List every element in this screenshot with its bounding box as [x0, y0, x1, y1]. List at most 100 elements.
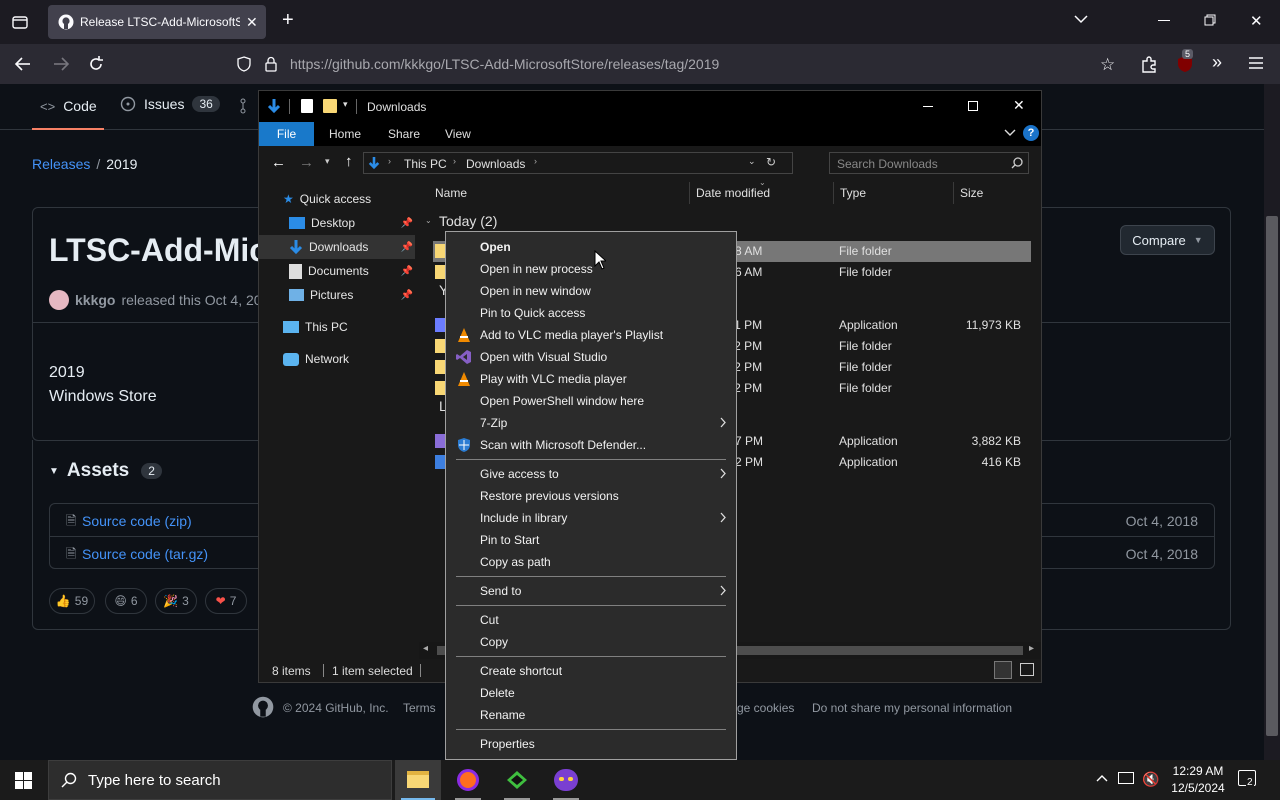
column-header-type[interactable]: Type [840, 186, 866, 200]
menu-item-create-shortcut[interactable]: Create shortcut [446, 660, 736, 682]
new-folder-icon[interactable] [323, 99, 337, 113]
chevron-down-icon[interactable] [1074, 14, 1088, 24]
menu-item-open[interactable]: Open [446, 236, 736, 258]
minimize-icon[interactable] [1158, 20, 1170, 21]
reaction-smile[interactable]: 😄 6 [105, 588, 147, 614]
volume-muted-icon[interactable]: 🔇 [1142, 771, 1159, 788]
new-tab-icon[interactable]: + [282, 10, 294, 30]
taskbar-app-button[interactable] [543, 760, 589, 800]
menu-item-powershell[interactable]: Open PowerShell window here [446, 390, 736, 412]
nav-pictures[interactable]: Pictures 📌 [289, 283, 415, 307]
search-icon[interactable] [1011, 157, 1023, 169]
back-arrow-icon[interactable]: ← [271, 154, 286, 171]
browser-tab[interactable]: Release LTSC-Add-MicrosoftSt ✕ [48, 5, 266, 39]
properties-icon[interactable] [301, 99, 313, 113]
reaction-heart[interactable]: ❤ 7 [205, 588, 247, 614]
nav-documents[interactable]: Documents 📌 [289, 259, 415, 283]
column-header-size[interactable]: Size [960, 186, 983, 200]
menu-item-give-access[interactable]: Give access to [446, 463, 736, 485]
assets-header[interactable]: ▼ Assets 2 [49, 460, 162, 482]
tab-code[interactable]: <> Code [32, 84, 104, 130]
menu-item-play-vlc[interactable]: Play with VLC media player [446, 368, 736, 390]
breadcrumb-this-pc[interactable]: This PC [404, 157, 447, 171]
asset-link[interactable]: Source code (tar.gz) [82, 546, 208, 562]
compare-button[interactable]: Compare ▼ [1120, 225, 1215, 255]
author-link[interactable]: kkkgo [75, 292, 115, 308]
recent-locations-chevron-icon[interactable]: ▾ [325, 156, 330, 167]
column-divider[interactable] [689, 182, 690, 204]
menu-item-delete[interactable]: Delete [446, 682, 736, 704]
menu-item-open-new-window[interactable]: Open in new window [446, 280, 736, 302]
large-icons-view-icon[interactable] [1020, 663, 1034, 676]
pin-icon[interactable]: 📌 [401, 290, 413, 301]
forward-arrow-icon[interactable]: → [299, 154, 314, 171]
up-arrow-icon[interactable]: ↑ [345, 153, 353, 170]
footer-terms-link[interactable]: Terms [403, 701, 436, 715]
ribbon-tab-home[interactable]: Home [329, 127, 361, 141]
more-tools-icon[interactable]: » [1212, 52, 1222, 73]
nav-desktop[interactable]: Desktop 📌 [289, 211, 415, 235]
forward-arrow-icon[interactable] [52, 55, 70, 73]
menu-item-7zip[interactable]: 7-Zip [446, 412, 736, 434]
asset-link[interactable]: Source code (zip) [82, 513, 192, 529]
group-collapse-icon[interactable]: ⌄ [425, 216, 432, 225]
footer-cookies-link[interactable]: ge cookies [737, 701, 794, 715]
ribbon-tab-share[interactable]: Share [388, 127, 420, 141]
github-logo-icon[interactable] [252, 696, 274, 718]
tab-list-icon[interactable] [12, 14, 28, 30]
footer-privacy-link[interactable]: Do not share my personal information [812, 701, 1012, 715]
hamburger-menu-icon[interactable] [1249, 57, 1263, 69]
network-status-icon[interactable] [1118, 772, 1134, 784]
menu-item-open-visual-studio[interactable]: Open with Visual Studio [446, 346, 736, 368]
tab-close-icon[interactable]: ✕ [246, 14, 258, 31]
menu-item-copy[interactable]: Copy [446, 631, 736, 653]
menu-item-include-library[interactable]: Include in library [446, 507, 736, 529]
menu-item-pin-start[interactable]: Pin to Start [446, 529, 736, 551]
menu-item-send-to[interactable]: Send to [446, 580, 736, 602]
column-divider[interactable] [953, 182, 954, 204]
close-icon[interactable]: ✕ [1013, 97, 1025, 114]
shield-icon[interactable] [236, 56, 252, 72]
tray-chevron-up-icon[interactable] [1096, 774, 1108, 782]
notification-center-icon[interactable]: 2 [1238, 770, 1256, 788]
taskbar-app-button[interactable] [494, 760, 540, 800]
menu-item-rename[interactable]: Rename [446, 704, 736, 726]
page-scrollbar[interactable] [1264, 84, 1280, 760]
minimize-icon[interactable] [923, 106, 933, 107]
taskbar-explorer-button[interactable] [395, 760, 441, 800]
windows-start-icon[interactable] [15, 772, 32, 789]
group-header-today[interactable]: Today (2) [439, 213, 497, 229]
refresh-icon[interactable]: ↻ [766, 155, 776, 169]
nav-downloads[interactable]: Downloads 📌 [259, 235, 415, 259]
reaction-tada[interactable]: 🎉 3 [155, 588, 197, 614]
ribbon-expand-chevron-icon[interactable] [1004, 129, 1016, 137]
column-header-date[interactable]: Date modified [696, 186, 770, 200]
pin-icon[interactable]: 📌 [401, 218, 413, 229]
reaction-thumbs-up[interactable]: 👍 59 [49, 588, 95, 614]
taskbar-firefox-button[interactable] [445, 760, 491, 800]
scroll-left-icon[interactable]: ◂ [423, 643, 428, 654]
lock-icon[interactable] [264, 56, 278, 72]
address-bar[interactable]: › This PC › Downloads › ⌄ ↻ [363, 152, 793, 174]
scrollbar-thumb[interactable] [1266, 216, 1278, 736]
nav-network[interactable]: Network [283, 347, 419, 371]
url-bar[interactable]: https://github.com/kkkgo/LTSC-Add-Micros… [230, 48, 1115, 80]
menu-item-pin-quick-access[interactable]: Pin to Quick access [446, 302, 736, 324]
reload-icon[interactable] [87, 55, 105, 73]
avatar[interactable] [49, 290, 69, 310]
clock-time[interactable]: 12:29 AM [1170, 764, 1226, 778]
address-dropdown-icon[interactable]: ⌄ [748, 156, 756, 167]
ribbon-tab-view[interactable]: View [445, 127, 471, 141]
column-divider[interactable] [833, 182, 834, 204]
menu-item-properties[interactable]: Properties [446, 733, 736, 755]
help-icon[interactable]: ? [1023, 125, 1039, 141]
clock-date[interactable]: 12/5/2024 [1168, 781, 1228, 795]
pull-request-icon[interactable] [240, 98, 254, 114]
close-icon[interactable]: ✕ [1250, 12, 1263, 30]
restore-icon[interactable] [1204, 14, 1216, 26]
bookmark-star-icon[interactable]: ☆ [1100, 55, 1115, 75]
maximize-icon[interactable] [968, 101, 978, 111]
menu-item-defender-scan[interactable]: Scan with Microsoft Defender... [446, 434, 736, 456]
scroll-right-icon[interactable]: ▸ [1029, 643, 1034, 654]
tab-issues[interactable]: Issues 36 [120, 96, 220, 112]
